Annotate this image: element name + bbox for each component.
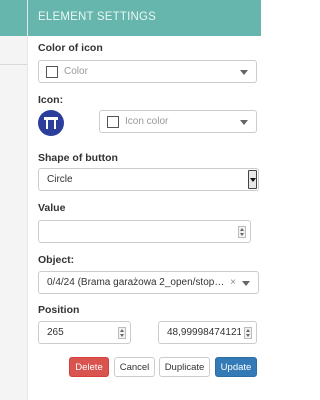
clear-icon[interactable]: × — [230, 277, 236, 288]
icon-color-picker[interactable]: Icon color — [99, 110, 257, 133]
spinner-icon[interactable] — [238, 226, 246, 238]
chevron-down-icon — [240, 120, 248, 125]
value-input[interactable] — [38, 220, 251, 243]
element-settings-panel: ELEMENT SETTINGS Color of icon Color Ico… — [28, 0, 261, 400]
chevron-down-icon — [242, 281, 250, 286]
update-button[interactable]: Update — [215, 357, 257, 377]
shape-selected-value: Circle — [47, 174, 73, 185]
position-label: Position — [38, 304, 80, 316]
color-of-icon-label: Color of icon — [38, 42, 103, 54]
value-label: Value — [38, 202, 66, 214]
spinner-icon[interactable] — [244, 327, 252, 339]
icon-color-swatch — [107, 116, 119, 128]
icon-label: Icon: — [38, 94, 64, 106]
object-label: Object: — [38, 254, 75, 266]
position-x-value: 265 — [47, 327, 64, 338]
shape-of-button-label: Shape of button — [38, 152, 118, 164]
table-icon — [44, 117, 58, 129]
object-select[interactable]: 0/4/24 (Brama garażowa 2_open/stop/close… — [38, 271, 259, 294]
left-strip-header — [0, 0, 27, 36]
icon-preview-button[interactable] — [38, 110, 64, 136]
duplicate-button[interactable]: Duplicate — [159, 357, 210, 377]
color-swatch — [46, 66, 58, 78]
spinner-icon[interactable] — [118, 327, 126, 339]
left-strip — [0, 0, 28, 400]
position-x-input[interactable]: 265 — [38, 321, 131, 344]
left-strip-divider — [0, 64, 27, 65]
color-placeholder: Color — [64, 66, 88, 77]
position-y-input[interactable]: 48,99998474121 — [158, 321, 257, 344]
shape-select[interactable]: Circle — [38, 168, 259, 191]
select-arrow-icon — [248, 170, 257, 189]
color-of-icon-picker[interactable]: Color — [38, 60, 257, 83]
panel-title: ELEMENT SETTINGS — [28, 0, 261, 36]
position-y-value: 48,99998474121 — [167, 327, 241, 338]
delete-button[interactable]: Delete — [69, 357, 109, 377]
cancel-button[interactable]: Cancel — [114, 357, 155, 377]
icon-color-placeholder: Icon color — [125, 116, 169, 127]
object-selected-value: 0/4/24 (Brama garażowa 2_open/stop/close… — [47, 277, 225, 288]
chevron-down-icon — [240, 70, 248, 75]
